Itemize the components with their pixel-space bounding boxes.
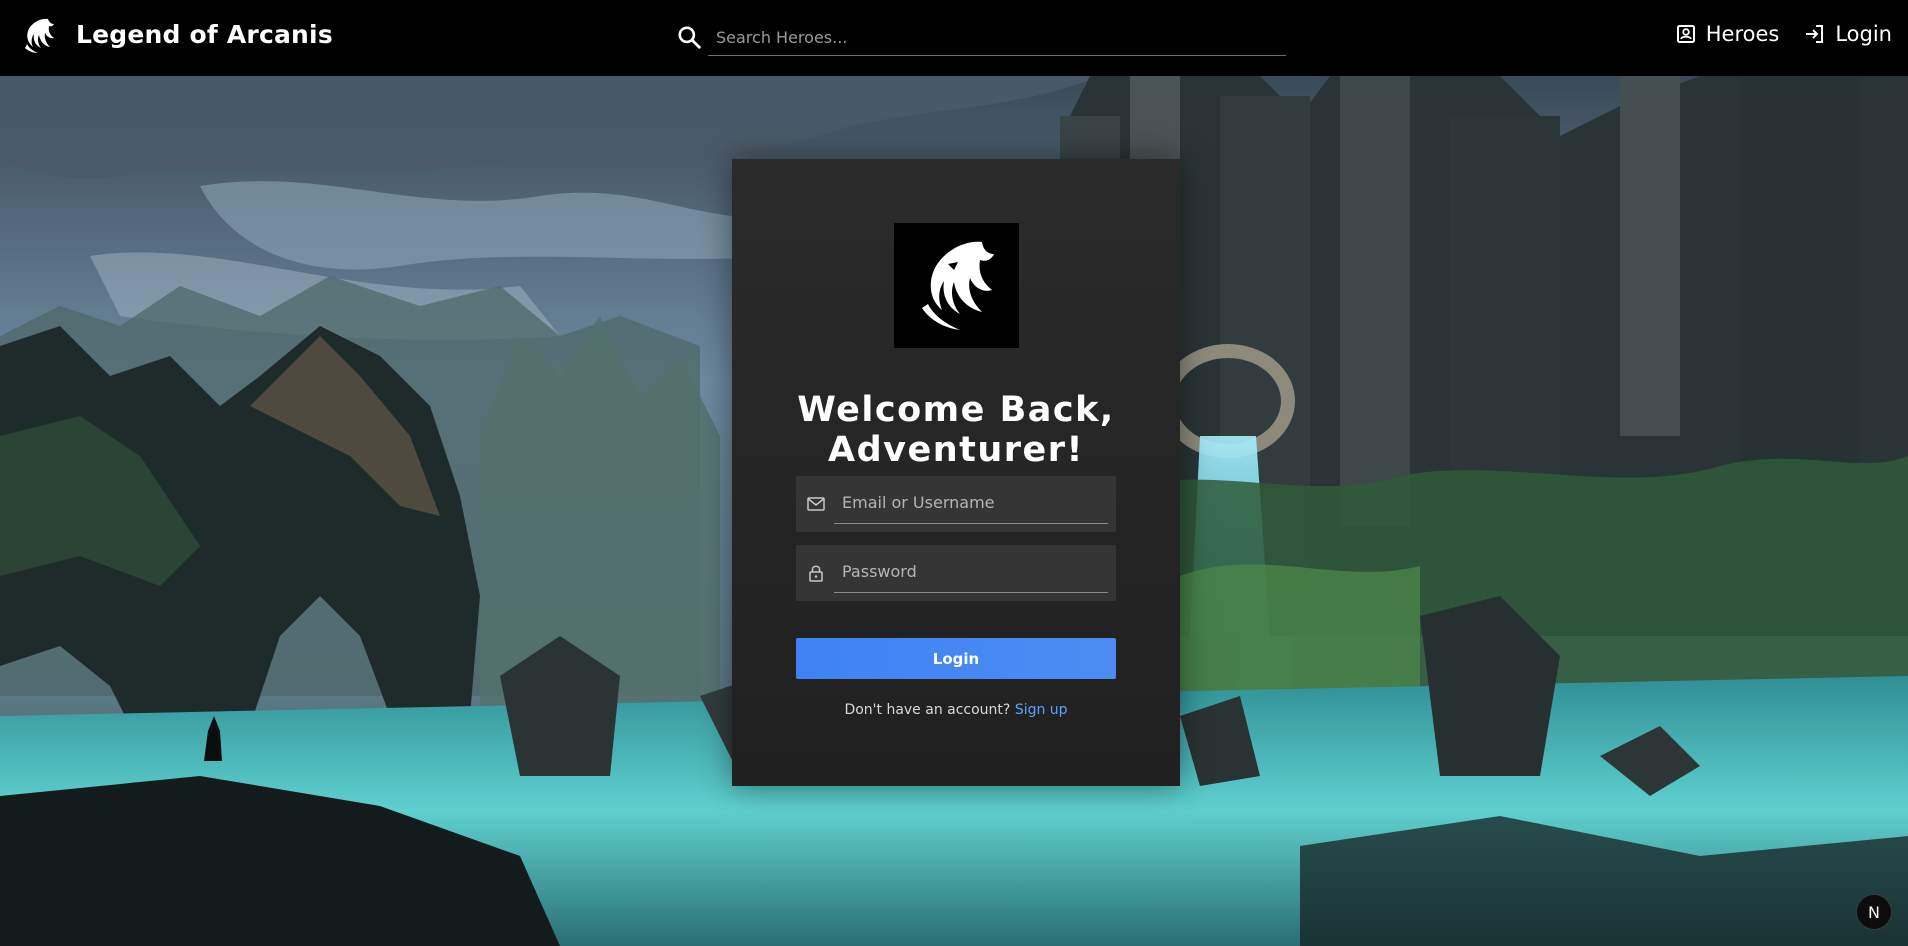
signup-prompt: Don't have an account? Sign up xyxy=(732,702,1180,718)
login-arrow-icon xyxy=(1806,25,1824,43)
login-card: Welcome Back, Adventurer! Login Don't ha… xyxy=(732,159,1180,786)
nav-links: Heroes Login xyxy=(1674,22,1892,46)
card-logo xyxy=(894,223,1019,348)
brand[interactable]: Legend of Arcanis xyxy=(22,16,333,56)
email-field xyxy=(796,476,1116,532)
mail-icon xyxy=(807,497,825,511)
nav-link-login[interactable]: Login xyxy=(1803,22,1892,46)
corner-badge[interactable]: N xyxy=(1856,894,1892,930)
top-navbar: Legend of Arcanis Heroes Login xyxy=(0,0,1908,76)
login-submit-button[interactable]: Login xyxy=(796,638,1116,679)
portrait-icon xyxy=(1676,25,1695,43)
dragon-logo-icon xyxy=(25,18,54,53)
lock-icon xyxy=(809,565,823,582)
signup-prompt-text: Don't have an account? xyxy=(844,702,1011,718)
password-field xyxy=(796,545,1116,601)
hero-search xyxy=(676,20,1286,58)
nav-link-heroes-label: Heroes xyxy=(1705,22,1780,46)
signup-link[interactable]: Sign up xyxy=(1015,702,1068,718)
email-input[interactable] xyxy=(834,482,1108,524)
search-icon[interactable] xyxy=(676,24,702,50)
brand-title: Legend of Arcanis xyxy=(76,20,333,49)
nav-link-heroes[interactable]: Heroes xyxy=(1674,22,1780,46)
dragon-emblem-icon xyxy=(921,241,994,330)
welcome-title: Welcome Back, Adventurer! xyxy=(797,390,1115,471)
nav-link-login-label: Login xyxy=(1835,22,1892,46)
password-input[interactable] xyxy=(834,551,1108,593)
search-input[interactable] xyxy=(708,20,1286,56)
